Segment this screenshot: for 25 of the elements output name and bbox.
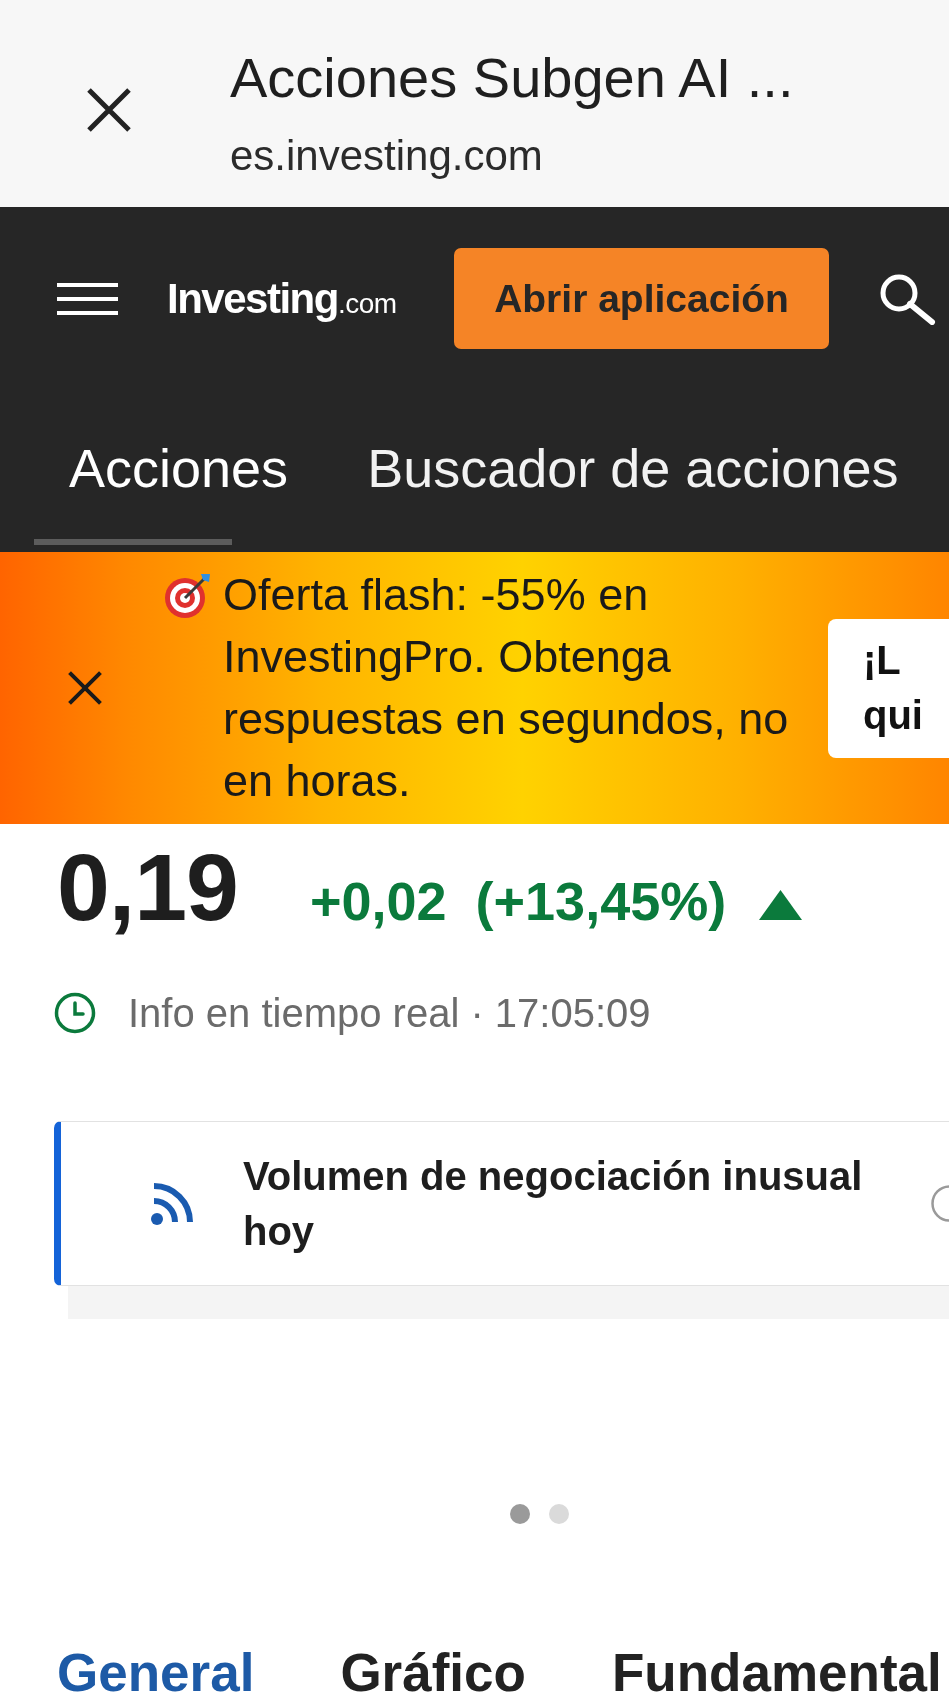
carousel-dot[interactable] (510, 1504, 530, 1524)
target-icon (163, 572, 211, 620)
section-tab[interactable]: Gráfico (340, 1643, 526, 1703)
section-tab[interactable]: Fundamental (611, 1643, 942, 1703)
carousel-dot[interactable] (549, 1504, 569, 1524)
stock-price: 0,19 (57, 840, 238, 935)
page-url: es.investing.com (230, 131, 544, 181)
clock-icon (54, 992, 96, 1034)
page-title: Acciones Subgen AI ... (230, 46, 794, 110)
claim-offer-button[interactable]: ¡L qui (828, 618, 949, 758)
alert-text: Volumen de negociación inusual hoy (243, 1152, 864, 1255)
ring-icon (930, 1185, 949, 1222)
search-icon[interactable] (879, 272, 936, 325)
realtime-info: Info en tiempo real · 17:05:09 (128, 992, 651, 1034)
nav-tab[interactable]: Acciones (34, 400, 324, 545)
close-icon[interactable] (87, 88, 131, 132)
section-tab[interactable]: General (57, 1643, 255, 1703)
menu-icon[interactable] (57, 282, 118, 315)
promo-text: Oferta flash: -55% en InvestingPro. Obtenga respuestas en segundos, no en horas. (223, 568, 790, 808)
nav-tab[interactable]: Buscador de acciones (332, 400, 934, 545)
site-logo[interactable]: Investing.com (167, 274, 397, 323)
close-icon[interactable] (68, 671, 102, 705)
open-app-button[interactable]: Abrir aplicación (454, 248, 829, 349)
price-change: +0,02 (309, 874, 447, 928)
alert-card[interactable]: Volumen de negociación inusual hoy (54, 1121, 949, 1286)
